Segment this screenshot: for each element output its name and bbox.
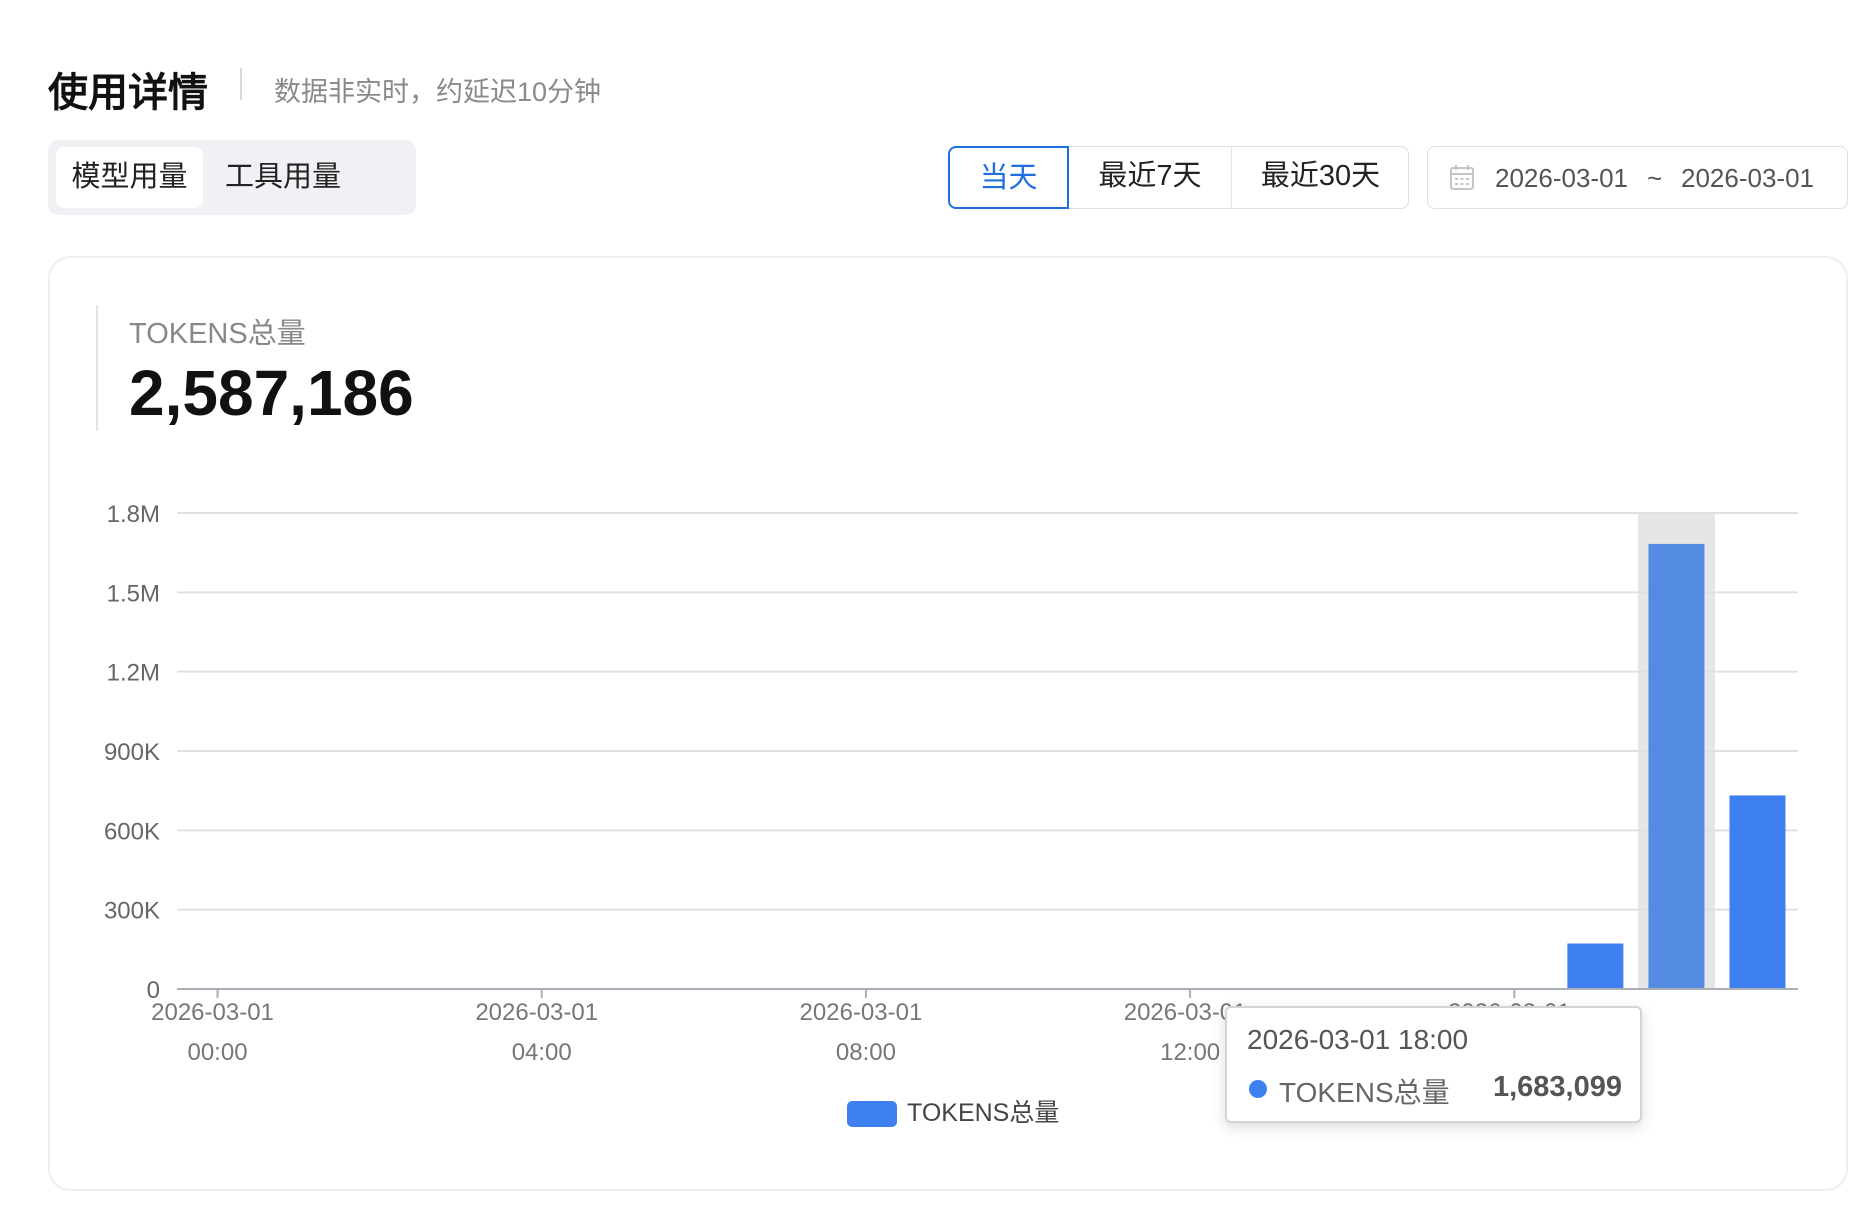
bar-18:00 [1648, 543, 1705, 989]
chart-tooltip: 2026-03-01 18:00 TOKENS总量 1,683,099 [1225, 1006, 1642, 1123]
y-tick-label: 600K [104, 818, 160, 845]
x-tick-date: 2026-03-01 [475, 999, 598, 1026]
x-tick-date: 2026-03-01 [151, 999, 274, 1026]
tooltip-value: 1,683,099 [1492, 1071, 1622, 1103]
tooltip-title: 2026-03-01 18:00 [1247, 1024, 1469, 1055]
x-tick-time: 04:00 [512, 1039, 572, 1066]
legend-swatch [847, 1101, 897, 1127]
series-dot-icon [1249, 1080, 1267, 1098]
bar-19:00 [1729, 795, 1786, 989]
bar-17:00 [1567, 943, 1624, 989]
y-tick-label: 1.5M [107, 580, 160, 607]
y-tick-label: 900K [104, 739, 160, 766]
x-tick-date: 2026-03-01 [800, 999, 923, 1026]
tooltip-series-name: TOKENS总量 [1279, 1077, 1450, 1108]
y-tick-label: 1.8M [107, 501, 160, 528]
x-tick-time: 12:00 [1160, 1039, 1220, 1066]
x-tick-time: 08:00 [836, 1039, 896, 1066]
y-tick-label: 1.2M [107, 660, 160, 687]
x-tick-time: 00:00 [187, 1039, 247, 1066]
y-tick-label: 300K [104, 898, 160, 925]
legend-label: TOKENS总量 [907, 1099, 1059, 1127]
